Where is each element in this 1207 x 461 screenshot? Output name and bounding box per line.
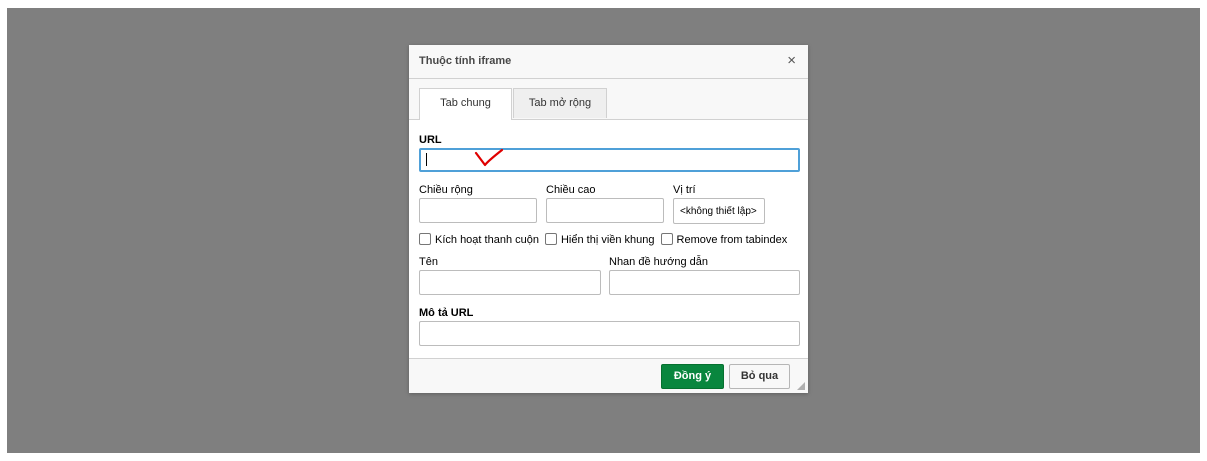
ok-button[interactable]: Đồng ý (661, 364, 724, 389)
dialog-title: Thuộc tính iframe (419, 55, 512, 67)
resize-handle-icon[interactable] (797, 382, 805, 390)
width-input[interactable] (419, 198, 537, 223)
checkbox-row: Kích hoạt thanh cuộn Hiển thị viền khung R… (419, 233, 787, 246)
scrolling-checkbox-label: Kích hoạt thanh cuộn (435, 234, 539, 246)
tabindex-checkbox-item[interactable]: Remove from tabindex (660, 233, 788, 246)
url-label: URL (419, 134, 442, 146)
name-label: Tên (419, 256, 438, 268)
tab-general[interactable]: Tab chung (419, 88, 512, 120)
frameborder-checkbox-item[interactable]: Hiển thị viền khung (544, 233, 655, 246)
close-icon[interactable]: × (787, 53, 796, 69)
frameborder-checkbox-label: Hiển thị viền khung (560, 234, 655, 246)
height-label: Chiều cao (546, 184, 596, 196)
long-desc-label: Mô tả URL (419, 307, 474, 319)
tabindex-checkbox-label: Remove from tabindex (676, 234, 788, 246)
dialog-footer: Đồng ý Bỏ qua (409, 358, 808, 393)
height-input[interactable] (546, 198, 664, 223)
red-check-annotation (474, 149, 504, 167)
advisory-title-input[interactable] (609, 270, 800, 295)
tab-advanced[interactable]: Tab mở rộng (513, 88, 607, 118)
position-select[interactable]: <không thiết lập> (673, 198, 765, 224)
tab-strip: Tab chung Tab mở rộng (409, 79, 808, 120)
frameborder-checkbox[interactable] (544, 233, 557, 245)
scrolling-checkbox-item[interactable]: Kích hoạt thanh cuộn (419, 233, 539, 246)
iframe-properties-dialog: Thuộc tính iframe × Tab chung Tab mở rộn… (409, 45, 808, 393)
long-desc-input[interactable] (419, 321, 800, 346)
name-input[interactable] (419, 270, 601, 295)
position-label: Vị trí (673, 184, 696, 196)
advisory-title-label: Nhan đề hướng dẫn (609, 256, 708, 268)
dialog-header: Thuộc tính iframe × (409, 45, 808, 79)
scrolling-checkbox[interactable] (419, 233, 431, 245)
cancel-button[interactable]: Bỏ qua (729, 364, 790, 389)
width-label: Chiều rộng (419, 184, 473, 196)
tabindex-checkbox[interactable] (660, 233, 673, 245)
text-caret (426, 153, 427, 166)
